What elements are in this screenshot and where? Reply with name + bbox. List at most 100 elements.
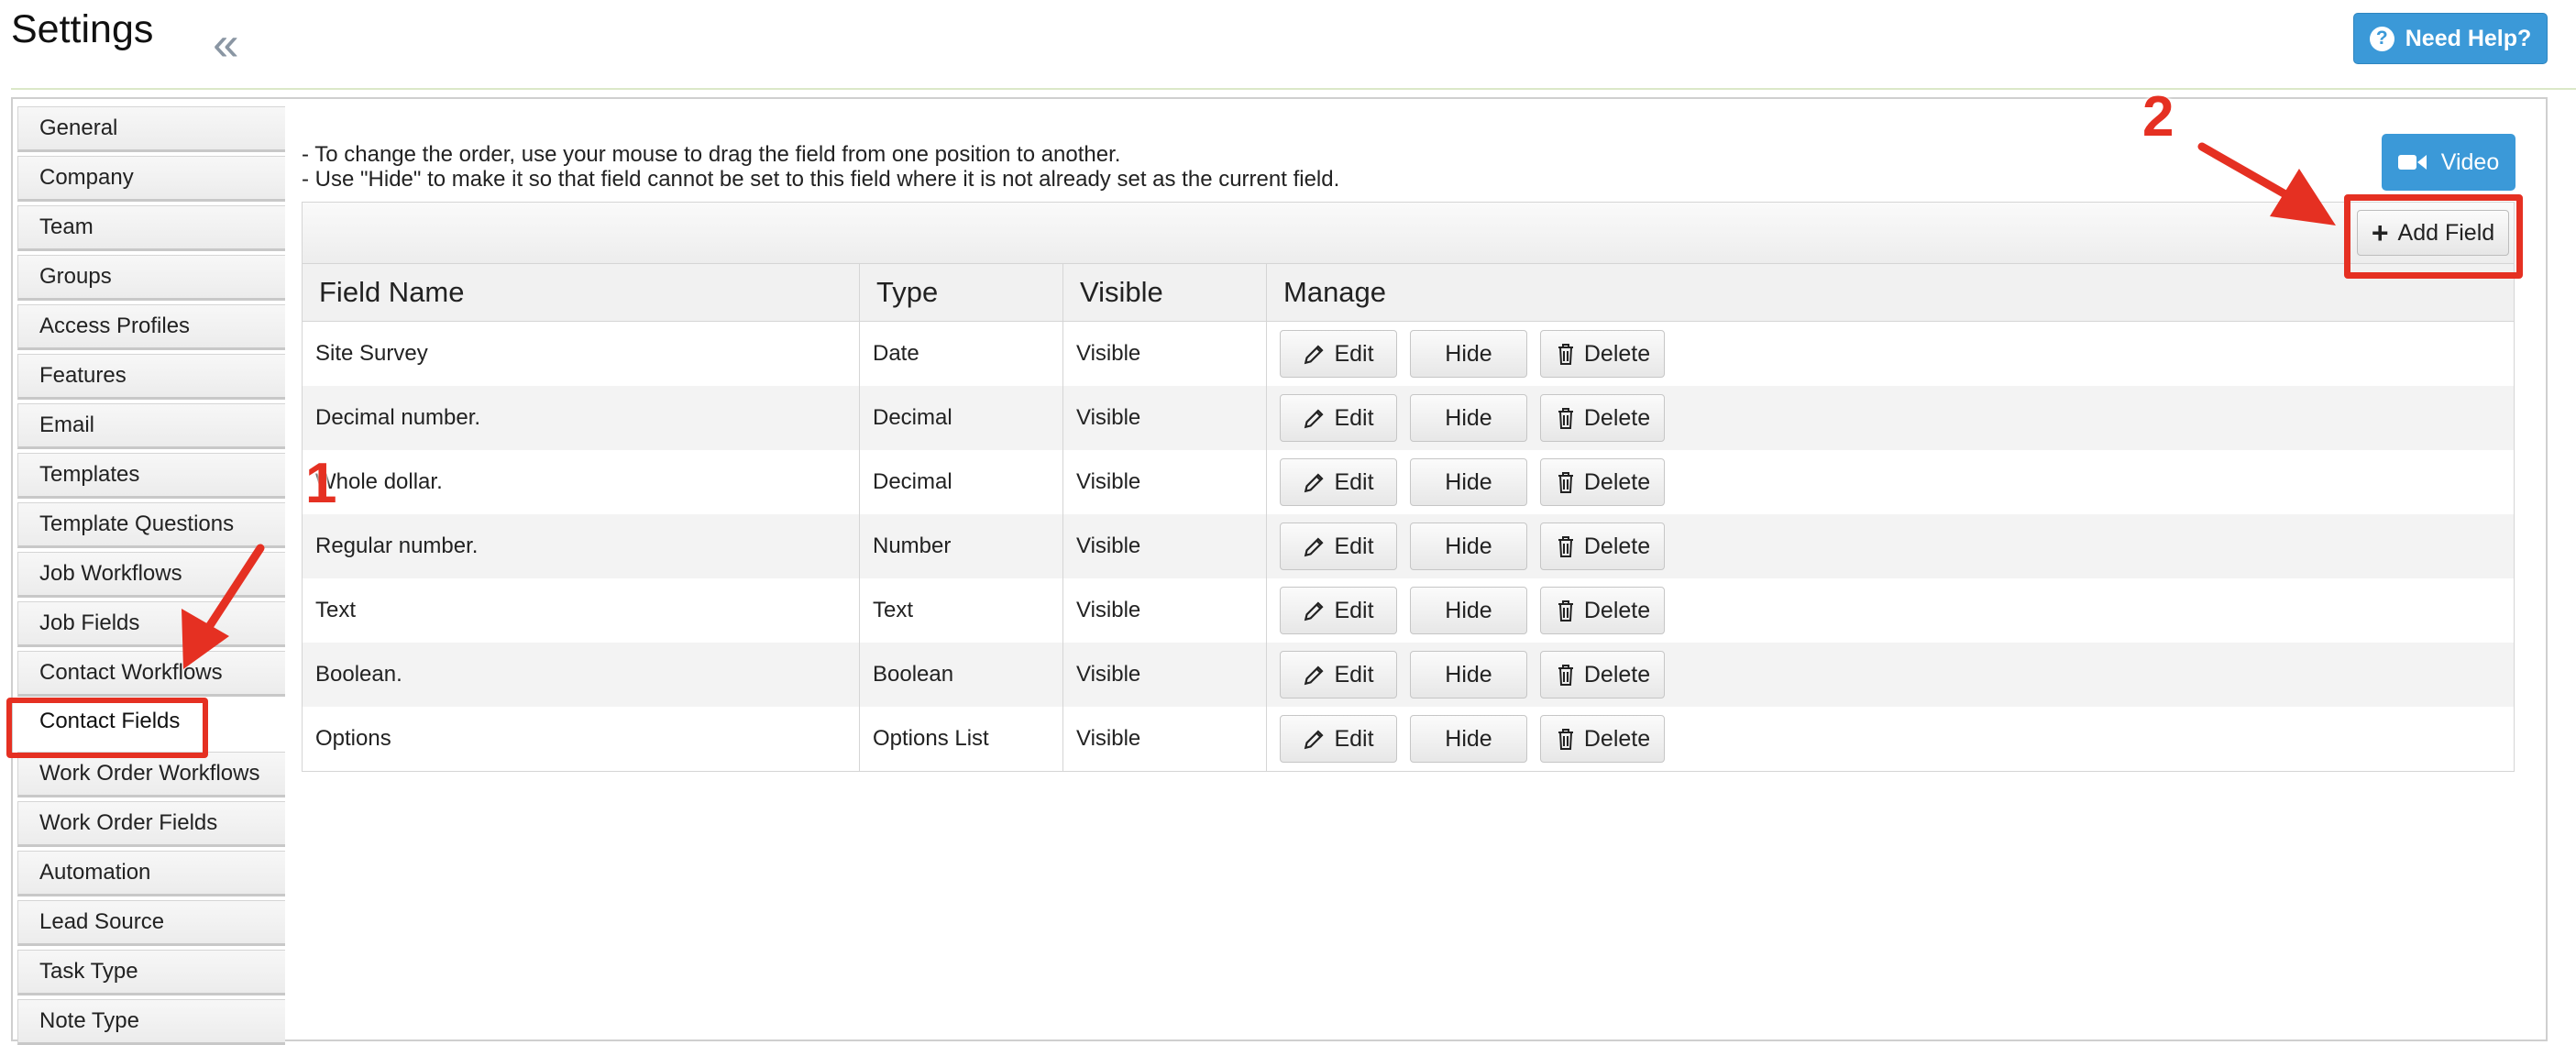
manage-cell: Edit Hide Delete [1266,386,2515,450]
sidebar-item-label: Task Type [39,959,138,984]
sidebar-item-work-order-fields[interactable]: Work Order Fields [17,801,285,847]
sidebar-item-label: Contact Workflows [39,660,223,685]
delete-label: Delete [1583,468,1651,495]
fields-table: Field Name Type Visible Manage Site Surv… [302,263,2515,772]
need-help-label: Need Help? [2405,25,2532,51]
manage-cell: Edit Hide Delete [1266,450,2515,514]
sidebar-item-label: Groups [39,264,112,289]
edit-label: Edit [1334,661,1374,688]
column-header-field-name: Field Name [302,263,860,322]
sidebar-item-contact-workflows[interactable]: Contact Workflows [17,651,285,697]
manage-cell: Edit Hide Delete [1266,321,2515,386]
field-visible-cell: Visible [1062,643,1267,707]
annotation-step-1: 1 [305,452,337,515]
annotation-highlight-add-field [2344,194,2523,279]
hide-button[interactable]: Hide [1410,651,1527,698]
instructions: - To change the order, use your mouse to… [302,142,1339,192]
edit-button[interactable]: Edit [1280,587,1397,634]
sidebar-item-templates[interactable]: Templates [17,453,285,499]
edit-button[interactable]: Edit [1280,522,1397,570]
delete-button[interactable]: Delete [1540,587,1665,634]
table-row[interactable]: Decimal number. Decimal Visible Edit Hide Del… [302,386,2515,450]
instruction-line: - To change the order, use your mouse to… [302,142,1121,167]
sidebar-item-label: Work Order Fields [39,810,218,835]
table-row[interactable]: Site Survey Date Visible Edit Hide Delete [302,321,2515,386]
delete-label: Delete [1583,533,1651,559]
sidebar-item-job-workflows[interactable]: Job Workflows [17,552,285,598]
sidebar-item-features[interactable]: Features [17,354,285,400]
pencil-icon [1303,599,1327,622]
field-visible-cell: Visible [1062,450,1267,514]
edit-button[interactable]: Edit [1280,330,1397,378]
pencil-icon [1303,534,1327,558]
sidebar-item-task-type[interactable]: Task Type [17,950,285,996]
sidebar-item-groups[interactable]: Groups [17,255,285,301]
delete-button[interactable]: Delete [1540,394,1665,442]
field-visible-cell: Visible [1062,514,1267,578]
video-button[interactable]: Video [2382,134,2515,191]
sidebar-item-label: Features [39,363,127,388]
delete-button[interactable]: Delete [1540,715,1665,763]
field-name-cell: Boolean. [302,643,860,707]
edit-button[interactable]: Edit [1280,715,1397,763]
field-name-cell: Regular number. [302,514,860,578]
sidebar-item-template-questions[interactable]: Template Questions [17,502,285,548]
edit-button[interactable]: Edit [1280,651,1397,698]
hide-button[interactable]: Hide [1410,394,1527,442]
field-visible-cell: Visible [1062,321,1267,386]
column-header-visible: Visible [1062,263,1267,322]
sidebar-item-label: Automation [39,860,151,885]
hide-button[interactable]: Hide [1410,458,1527,506]
edit-label: Edit [1334,533,1374,559]
sidebar-item-label: Templates [39,462,140,487]
trash-icon [1555,663,1577,687]
double-chevron-left-icon[interactable]: ‹‹ [213,20,239,68]
trash-icon [1555,727,1577,751]
sidebar-item-note-type[interactable]: Note Type [17,999,285,1045]
table-row[interactable]: Regular number. Number Visible Edit Hide Dele… [302,514,2515,578]
annotation-step-2: 2 [2142,85,2174,148]
delete-button[interactable]: Delete [1540,651,1665,698]
video-camera-icon [2397,155,2427,170]
field-name-cell: Site Survey [302,321,860,386]
pencil-icon [1303,727,1327,751]
pencil-icon [1303,342,1327,366]
hide-button[interactable]: Hide [1410,587,1527,634]
table-row[interactable]: Text Text Visible Edit Hide Delete [302,578,2515,643]
edit-button[interactable]: Edit [1280,394,1397,442]
trash-icon [1555,470,1577,494]
sidebar-item-team[interactable]: Team [17,205,285,251]
hide-button[interactable]: Hide [1410,522,1527,570]
sidebar-item-job-fields[interactable]: Job Fields [17,601,285,647]
sidebar-item-access-profiles[interactable]: Access Profiles [17,304,285,350]
delete-button[interactable]: Delete [1540,522,1665,570]
delete-label: Delete [1583,404,1651,431]
table-row[interactable]: Options Options List Visible Edit Hide Delete [302,707,2515,772]
edit-label: Edit [1334,597,1374,623]
trash-icon [1555,342,1577,366]
sidebar-item-general[interactable]: General [17,106,285,152]
hide-button[interactable]: Hide [1410,330,1527,378]
table-row[interactable]: Whole dollar. Decimal Visible Edit Hide Delet… [302,450,2515,514]
manage-cell: Edit Hide Delete [1266,707,2515,772]
delete-button[interactable]: Delete [1540,458,1665,506]
edit-button[interactable]: Edit [1280,458,1397,506]
sidebar-item-label: Team [39,214,94,239]
annotation-highlight-contact-fields [6,698,208,758]
table-row[interactable]: Boolean. Boolean Visible Edit Hide Delete [302,643,2515,707]
delete-button[interactable]: Delete [1540,330,1665,378]
sidebar-item-label: General [39,116,118,140]
sidebar-item-automation[interactable]: Automation [17,851,285,896]
sidebar-item-work-order-workflows[interactable]: Work Order Workflows [17,752,285,798]
need-help-button[interactable]: ? Need Help? [2353,13,2548,64]
edit-label: Edit [1334,340,1374,367]
field-type-cell: Text [859,578,1063,643]
sidebar-item-lead-source[interactable]: Lead Source [17,900,285,946]
hide-button[interactable]: Hide [1410,715,1527,763]
sidebar-item-company[interactable]: Company [17,156,285,202]
instruction-line: - Use "Hide" to make it so that field ca… [302,167,1340,192]
sidebar-item-email[interactable]: Email [17,403,285,449]
sidebar-item-label: Template Questions [39,512,235,536]
field-type-cell: Boolean [859,643,1063,707]
trash-icon [1555,534,1577,558]
